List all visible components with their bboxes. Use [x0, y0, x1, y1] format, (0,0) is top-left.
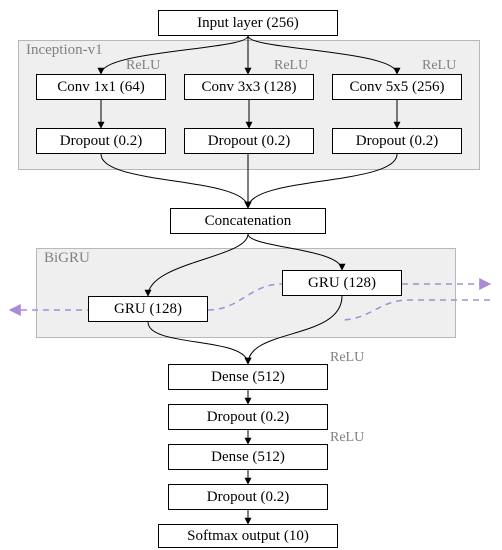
relu-label-1: ReLU: [126, 58, 160, 74]
bigru-group-label: BiGRU: [44, 250, 90, 267]
dropout-1-label: Dropout (0.2): [207, 409, 290, 426]
dropout-2: Dropout (0.2): [168, 484, 328, 510]
conv1x1: Conv 1x1 (64): [36, 74, 166, 100]
gru-backward: GRU (128): [282, 270, 402, 296]
dropout-a: Dropout (0.2): [36, 128, 166, 154]
inception-group-label: Inception-v1: [26, 42, 103, 59]
relu-label-3: ReLU: [422, 58, 456, 74]
gru-backward-label: GRU (128): [308, 275, 376, 292]
dense-2: Dense (512): [168, 444, 328, 470]
dropout-1: Dropout (0.2): [168, 404, 328, 430]
conv5x5: Conv 5x5 (256): [332, 74, 462, 100]
dropout-c: Dropout (0.2): [332, 128, 462, 154]
input-layer: Input layer (256): [158, 10, 338, 36]
conv3x3: Conv 3x3 (128): [184, 74, 314, 100]
conv1x1-label: Conv 1x1 (64): [57, 79, 145, 96]
dropout-b-label: Dropout (0.2): [208, 133, 291, 150]
dense-1: Dense (512): [168, 364, 328, 390]
dense-1-label: Dense (512): [211, 369, 285, 386]
softmax-output: Softmax output (10): [158, 524, 338, 548]
concatenation: Concatenation: [170, 208, 326, 234]
concatenation-label: Concatenation: [205, 213, 292, 230]
gru-forward: GRU (128): [88, 296, 208, 322]
dropout-2-label: Dropout (0.2): [207, 489, 290, 506]
relu-label-5: ReLU: [330, 430, 364, 446]
conv3x3-label: Conv 3x3 (128): [202, 79, 297, 96]
dense-2-label: Dense (512): [211, 449, 285, 466]
dropout-b: Dropout (0.2): [184, 128, 314, 154]
softmax-output-label: Softmax output (10): [187, 528, 309, 545]
dropout-c-label: Dropout (0.2): [356, 133, 439, 150]
dropout-a-label: Dropout (0.2): [60, 133, 143, 150]
gru-forward-label: GRU (128): [114, 301, 182, 318]
relu-label-2: ReLU: [274, 58, 308, 74]
relu-label-4: ReLU: [330, 350, 364, 366]
conv5x5-label: Conv 5x5 (256): [350, 79, 445, 96]
input-layer-label: Input layer (256): [197, 15, 299, 32]
